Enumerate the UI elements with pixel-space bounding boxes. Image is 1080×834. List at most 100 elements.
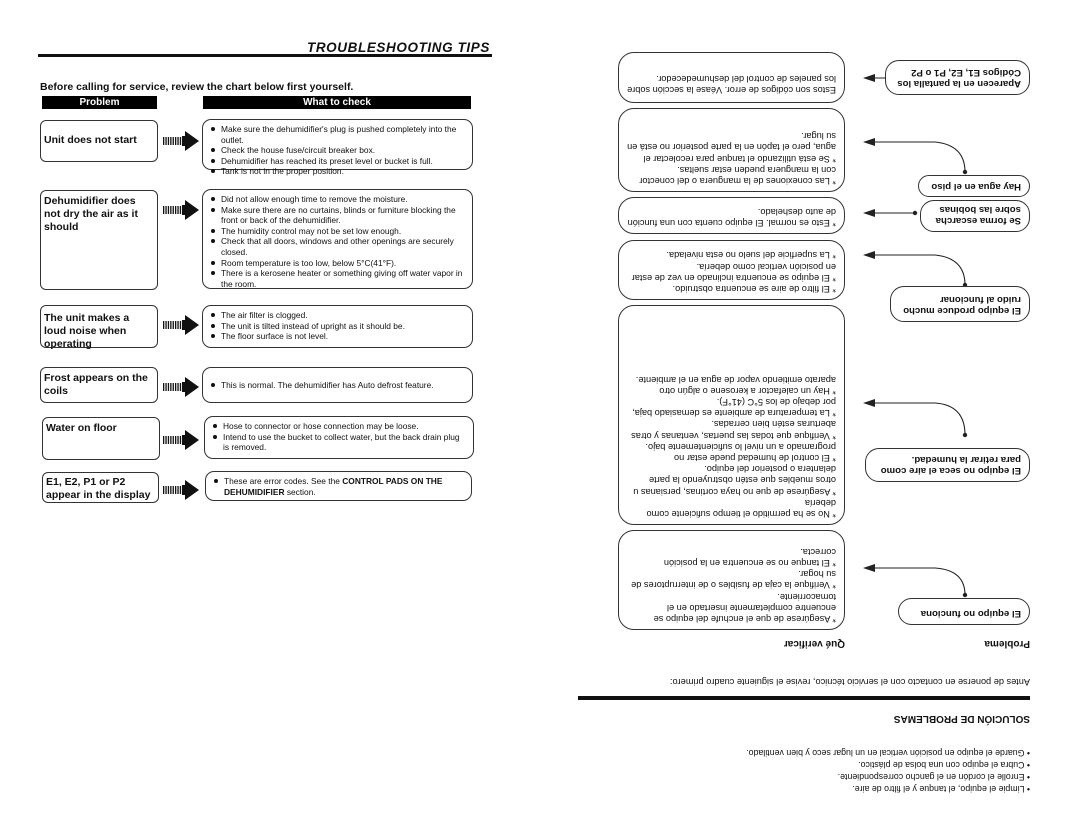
check-box: This is normal. The dehumidifier has Aut… [202, 367, 473, 403]
check-item: La temperatura de ambiente es demasiado … [627, 396, 836, 418]
problem-box: Se forma escarcha sobre las bobinas [920, 200, 1030, 232]
check-item: Intend to use the bucket to collect wate… [213, 432, 467, 453]
arrowhead-icon [863, 399, 875, 407]
problem-label: Hay agua en el piso [931, 181, 1021, 192]
arrowhead-icon [863, 209, 875, 217]
check-text: Estos son códigos de error. Véase la sec… [627, 73, 836, 95]
problem-label: Unit does not start [44, 134, 137, 146]
check-item: The humidity control may not be set low … [211, 226, 466, 237]
check-item: The air filter is clogged. [211, 310, 466, 321]
connector-dot-icon [962, 169, 968, 175]
check-text: These are error codes. See the [224, 476, 343, 486]
arrow-icon [163, 430, 199, 450]
problem-label: Water on floor [46, 422, 117, 434]
arrow-icon [163, 200, 199, 220]
connector-line [875, 402, 966, 436]
title-rule [38, 54, 492, 57]
check-item: Hay un calefactor a kerosene o algún otr… [627, 373, 836, 396]
check-item: Tank is not in the proper position. [211, 166, 466, 177]
check-item: El tanque no se encuentra en la posición… [627, 546, 836, 568]
check-item: The floor surface is not level. [211, 331, 466, 342]
problem-label: Frost appears on the coils [44, 372, 148, 397]
check-item: Hose to connector or hose connection may… [213, 421, 467, 432]
problem-label: The unit makes a loud noise when operati… [44, 312, 130, 350]
problem-box: The unit makes a loud noise when operati… [40, 305, 158, 350]
problem-box: El equipo produce mucho ruido al funcion… [890, 286, 1030, 322]
check-item: El control de humedad puede estar no pro… [627, 441, 836, 463]
arrowhead-icon [863, 564, 875, 572]
connector-dot-icon [962, 432, 968, 438]
arrow-icon [163, 131, 199, 151]
column-header-problem: Problem [42, 96, 157, 109]
connector-line [875, 254, 966, 286]
check-item: El equipo se encuentra inclinado en vez … [627, 260, 836, 283]
connector-dot-icon [912, 210, 918, 216]
check-list: Make sure the dehumidifier's plug is pus… [209, 124, 466, 177]
connector-line [875, 141, 966, 173]
check-item: Make sure the dehumidifier's plug is pus… [211, 124, 466, 145]
problem-box: El equipo no seca el aire como para reti… [865, 448, 1030, 482]
connector-heads [863, 74, 968, 598]
check-item: Dehumidifier has reached its preset leve… [211, 156, 466, 167]
spanish-page-rotated: Limpie el equipo, el tanque y el filtro … [575, 40, 1035, 800]
check-box: These are error codes. See the CONTROL P… [205, 471, 472, 501]
problem-box: Hay agua en el piso [918, 175, 1030, 197]
problem-box: Frost appears on the coils [40, 367, 158, 403]
check-item: El filtro de aire se encuentra obstruido… [627, 283, 836, 294]
arrow-icon [163, 315, 199, 335]
check-item: Asegúrese de que el enchufe del equipo s… [627, 590, 836, 624]
check-item: No se ha permitido el tiempo suficiente … [627, 497, 836, 519]
connector-line [875, 567, 966, 596]
problem-box: Dehumidifier does not dry the air as it … [40, 190, 158, 290]
arrow-icon [163, 377, 199, 397]
arrowhead-icon [863, 74, 875, 82]
check-text: section. [284, 486, 316, 497]
check-list: The air filter is clogged. The unit is t… [209, 310, 466, 342]
check-item: Las conexiones de la manguera o del cone… [627, 164, 836, 186]
arrow-icon [163, 480, 199, 500]
check-item: Did not allow enough time to remove the … [211, 194, 466, 205]
check-box: Las conexiones de la manguera o del cone… [618, 108, 845, 192]
problem-label: El equipo no seca el aire como para reti… [880, 454, 1021, 476]
problem-box: Unit does not start [40, 120, 158, 162]
check-item: Verifique que todas las puertas, ventana… [627, 418, 836, 440]
intro-text: Before calling for service, review the c… [40, 81, 354, 93]
check-item: Check that all doors, windows and other … [211, 236, 466, 257]
arrowhead-icon [863, 138, 875, 146]
problem-box: E1, E2, P1 or P2 appear in the display [42, 472, 159, 503]
check-box: No se ha permitido el tiempo suficiente … [618, 305, 845, 525]
check-item: These are error codes. See the CONTROL P… [214, 476, 465, 497]
problem-box: Water on floor [42, 417, 160, 460]
check-box: El filtro de aire se encuentra obstruido… [618, 240, 845, 300]
check-item: Room temperature is too low, below 5°C(4… [211, 258, 466, 269]
check-item: Verifique la caja de fusibles o de inter… [627, 568, 836, 590]
check-box: Hose to connector or hose connection may… [204, 416, 474, 459]
check-box: Make sure the dehumidifier's plug is pus… [202, 119, 473, 176]
problem-label: E1, E2, P1 or P2 appear in the display [46, 476, 151, 501]
connector-dot-icon [962, 592, 968, 598]
check-box: Estos son códigos de error. Véase la sec… [618, 52, 845, 103]
problem-label: Se forma escarcha sobre las bobinas [935, 204, 1021, 226]
check-list: Hose to connector or hose connection may… [211, 421, 467, 453]
check-box: Esto es normal. El equipo cuenta con una… [618, 197, 845, 234]
problem-label: El equipo no funciona [920, 608, 1021, 619]
check-item: Asegúrese de que no haya cortinas, persi… [627, 463, 836, 496]
check-item: Check the house fuse/circuit breaker box… [211, 145, 466, 156]
check-list: Did not allow enough time to remove the … [209, 194, 466, 289]
check-box: The air filter is clogged. The unit is t… [202, 305, 473, 348]
check-list: These are error codes. See the CONTROL P… [212, 476, 465, 497]
check-item: This is normal. The dehumidifier has Aut… [211, 380, 466, 391]
check-item: Make sure there are no curtains, blinds … [211, 205, 466, 226]
problem-label: Aparecen en la pantalla los Códigos E1, … [897, 67, 1021, 89]
problem-box: El equipo no funciona [898, 598, 1030, 625]
check-item: Se está utilizando el tanque para recole… [627, 130, 836, 163]
check-item: The unit is tilted instead of upright as… [211, 321, 466, 332]
connectors [875, 77, 966, 596]
check-item: There is a kerosene heater or something … [211, 268, 466, 289]
page-title: TROUBLESHOOTING TIPS [306, 40, 490, 55]
check-list: This is normal. The dehumidifier has Aut… [209, 380, 466, 391]
problem-label: Dehumidifier does not dry the air as it … [44, 195, 138, 233]
column-header-what-to-check: What to check [203, 96, 471, 109]
problem-box: Aparecen en la pantalla los Códigos E1, … [885, 60, 1030, 95]
check-box: Asegúrese de que el enchufe del equipo s… [618, 530, 845, 630]
